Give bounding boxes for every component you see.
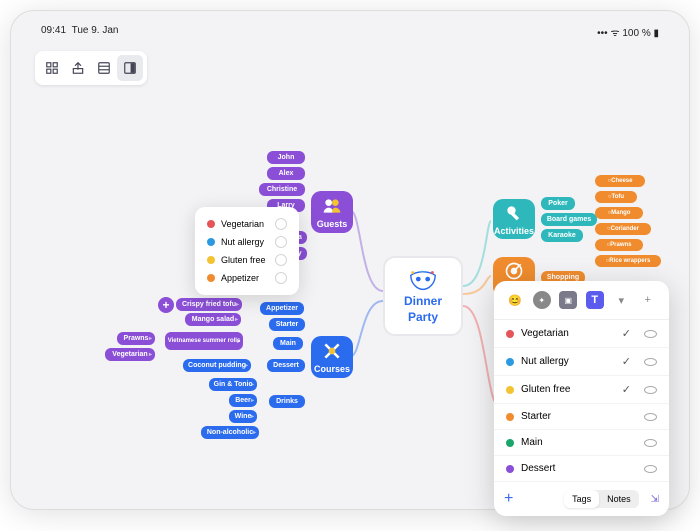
eye-icon[interactable] [644, 358, 657, 366]
dot-icon [506, 330, 514, 338]
leaf-node[interactable]: Beer▸ [229, 394, 257, 407]
eye-icon[interactable] [275, 236, 287, 248]
tooltip-row[interactable]: Nut allergy [201, 233, 293, 251]
mic-icon [504, 203, 524, 223]
leaf-node[interactable]: Mango salad▸ [185, 313, 241, 326]
tag-row[interactable]: Main [494, 430, 669, 456]
activity-node[interactable]: Karaoke [541, 229, 583, 242]
shopping-node[interactable]: ○ Rice wrappers [595, 255, 661, 267]
course-group[interactable]: Starter [269, 318, 305, 331]
eye-icon[interactable] [275, 254, 287, 266]
dot-icon [506, 358, 514, 366]
leaf-node[interactable]: Gin & Tonic▸ [209, 378, 257, 391]
dot-icon [207, 256, 215, 264]
panel-footer: + Tags Notes ⇲ [494, 482, 669, 516]
course-group[interactable]: Appetizer [260, 302, 304, 315]
segment-tags[interactable]: Tags [564, 490, 599, 508]
eye-icon[interactable] [644, 386, 657, 394]
activity-node[interactable]: Board games [541, 213, 597, 226]
course-group[interactable]: Main [273, 337, 303, 350]
activity-node[interactable]: Poker [541, 197, 575, 210]
course-group[interactable]: Dessert [267, 359, 305, 372]
mask-icon [408, 268, 438, 292]
dot-icon [506, 413, 514, 421]
shopping-node[interactable]: ○ Cheese [595, 175, 645, 187]
eye-icon[interactable] [644, 413, 657, 421]
dot-icon [506, 465, 514, 473]
check-icon: ✓ [622, 355, 631, 368]
segment-notes[interactable]: Notes [599, 490, 639, 508]
check-icon: ✓ [622, 327, 631, 340]
tag-panel: 😊 ✦ ▣ T ▾ + Vegetarian✓ Nut allergy✓ Glu… [494, 281, 669, 516]
eye-icon[interactable] [275, 218, 287, 230]
tag-row[interactable]: Gluten free✓ [494, 376, 669, 404]
mindmap-canvas[interactable]: Dinner Party Guests John Alex Christine … [11, 11, 689, 509]
tooltip-row[interactable]: Gluten free [201, 251, 293, 269]
dot-icon [207, 238, 215, 246]
course-group[interactable]: Drinks [269, 395, 305, 408]
branch-activities[interactable]: Activities [493, 199, 535, 239]
branch-courses[interactable]: Courses [311, 336, 353, 378]
center-title-2: Party [408, 310, 438, 324]
decor-category-icon[interactable]: ✦ [533, 291, 551, 309]
shopping-node[interactable]: ○ Mango [595, 207, 643, 219]
leaf-node[interactable]: Vegetarian▸ [105, 348, 155, 361]
leaf-node[interactable]: Wine▸ [229, 410, 257, 423]
filter-category-icon[interactable]: ▾ [612, 291, 630, 309]
shopping-node[interactable]: ○ Prawns [595, 239, 643, 251]
tag-tooltip: Vegetarian Nut allergy Gluten free Appet… [195, 207, 299, 295]
eye-icon[interactable] [644, 439, 657, 447]
leaf-node[interactable]: Crispy fried tofu▸ [176, 298, 242, 311]
eye-icon[interactable] [644, 330, 657, 338]
shopping-node[interactable]: ○ Tofu [595, 191, 637, 203]
center-node[interactable]: Dinner Party [383, 256, 463, 336]
dot-icon [207, 274, 215, 282]
add-category-icon[interactable]: + [639, 291, 657, 309]
text-category-icon[interactable]: T [586, 291, 604, 309]
tooltip-row[interactable]: Vegetarian [201, 215, 293, 233]
tag-row[interactable]: Nut allergy✓ [494, 348, 669, 376]
segment-control[interactable]: Tags Notes [564, 490, 639, 508]
guest-node[interactable]: Alex [267, 167, 305, 180]
check-icon: ✓ [622, 383, 631, 396]
people-icon [322, 196, 342, 216]
tag-row[interactable]: Dessert [494, 456, 669, 482]
branch-guests[interactable]: Guests [311, 191, 353, 233]
tablet-frame: 09:41 Tue 9. Jan ••• ᯤ 100 % ▮ Dinner Pa… [10, 10, 690, 510]
leaf-node[interactable]: Non-alcoholic▸ [201, 426, 259, 439]
utensils-icon [322, 341, 342, 361]
dot-icon [506, 439, 514, 447]
dot-icon [506, 386, 514, 394]
tooltip-row[interactable]: Appetizer [201, 269, 293, 287]
leaf-node[interactable]: Prawns▸ [117, 332, 155, 345]
panel-icon-row: 😊 ✦ ▣ T ▾ + [494, 281, 669, 320]
emoji-category-icon[interactable]: 😊 [506, 291, 524, 309]
leaf-node[interactable]: Coconut pudding▸ [183, 359, 251, 372]
target-icon [504, 261, 524, 281]
image-category-icon[interactable]: ▣ [559, 291, 577, 309]
eye-icon[interactable] [275, 272, 287, 284]
guest-node[interactable]: John [267, 151, 305, 164]
leaf-node[interactable]: Vietnamese summer rolls▸ [165, 332, 243, 350]
tag-row[interactable]: Starter [494, 404, 669, 430]
collapse-icon[interactable]: ⇲ [651, 494, 659, 505]
shopping-node[interactable]: ○ Coriander [595, 223, 651, 235]
dot-icon [207, 220, 215, 228]
add-tag-button[interactable]: + [504, 490, 513, 508]
tag-row[interactable]: Vegetarian✓ [494, 320, 669, 348]
guest-node[interactable]: Christine [259, 183, 305, 196]
add-node-button[interactable]: + [158, 297, 174, 313]
center-title-1: Dinner [404, 294, 442, 308]
eye-icon[interactable] [644, 465, 657, 473]
